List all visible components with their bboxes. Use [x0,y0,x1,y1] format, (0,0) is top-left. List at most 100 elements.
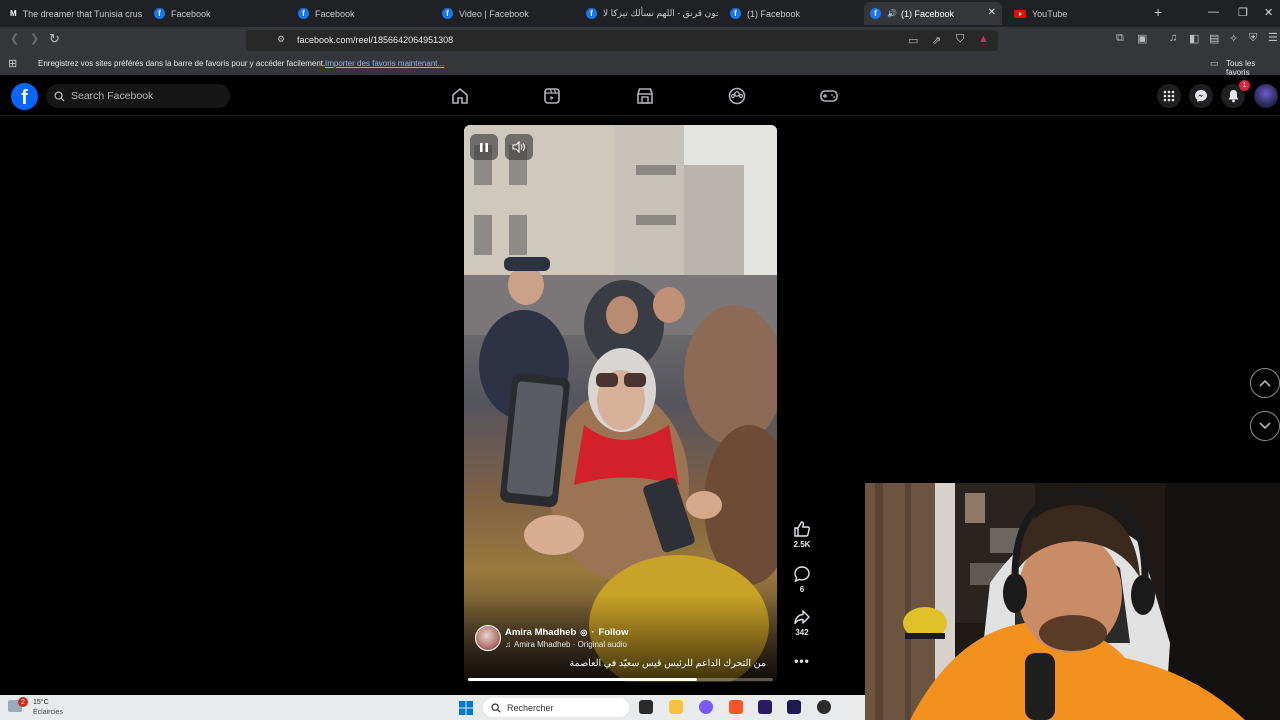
reload-icon[interactable]: ↻ [49,31,60,47]
facebook-favicon-icon: f [730,8,741,19]
follow-button[interactable]: Follow [598,627,628,638]
browser-toolbar: ❮ ❯ ↻ ⚙ facebook.com/reel/18566420649513… [0,27,1280,53]
messenger-button[interactable] [1189,84,1213,108]
author-name[interactable]: Amira Mhadheb [505,627,576,638]
search-placeholder: Search Facebook [71,90,154,102]
browser-tab[interactable]: YouTube [1008,2,1146,25]
pause-button[interactable] [470,134,498,160]
forward-icon[interactable]: ❯ [30,32,39,45]
close-window-icon[interactable]: ✕ [1264,6,1273,19]
chevron-up-icon [1259,379,1271,387]
author-avatar[interactable] [475,625,501,651]
cast-icon[interactable]: ▭ [908,34,918,47]
browser-tab[interactable]: f Facebook [292,2,430,25]
reel-video[interactable]: Amira Mhadheb ◎ · Follow ♫ Amira Mhadheb… [464,125,777,682]
facebook-favicon-icon: f [298,8,309,19]
comment-count: 6 [799,585,805,594]
all-bookmarks-link[interactable]: Tous les favoris [1226,59,1280,77]
url-text: facebook.com/reel/1856642064951308 [297,35,454,45]
media-icon[interactable]: ♫ [1169,32,1177,44]
premiere-pro-icon[interactable] [758,700,772,714]
bookmarks-bar: ⊞ Enregistrez vos sites préférés dans la… [0,53,1280,77]
brave-browser-icon[interactable] [729,700,743,714]
groups-icon[interactable] [727,86,747,106]
verified-icon: ◎ [580,628,588,637]
leo-icon[interactable]: ✧ [1229,32,1238,45]
obs-icon[interactable] [817,700,831,714]
browser-tab[interactable]: f Video | Facebook [436,2,574,25]
sidebar-icon[interactable]: ◧ [1189,32,1199,45]
facebook-header: f Search Facebook 1 [0,76,1280,116]
browser-tab[interactable]: f (1) Facebook [724,2,858,25]
facebook-favicon-icon: f [586,8,597,19]
discord-icon[interactable] [699,700,713,714]
taskbar-search[interactable]: Rechercher [483,698,629,717]
brave-shield-icon[interactable]: ⛉ [956,33,964,46]
site-settings-icon[interactable]: ⚙ [277,34,285,45]
folder-icon: ▭ [1210,58,1219,68]
webcam-overlay [865,483,1280,720]
video-frame-image [464,125,777,682]
taskbar-search-label: Rechercher [507,702,554,713]
facebook-favicon-icon: f [870,8,881,19]
windows-start-icon[interactable] [459,701,473,715]
progress-track[interactable] [468,678,773,681]
share-arrow-icon [794,610,810,625]
volume-icon [512,141,526,153]
profile-avatar[interactable] [1254,84,1278,108]
volume-button[interactable] [505,134,533,160]
menu-icon[interactable]: ☰ [1268,31,1278,44]
search-icon [54,90,65,102]
previous-reel-button[interactable] [1250,368,1280,398]
screenshot-icon[interactable]: ▣ [1137,32,1147,45]
share-icon[interactable]: ⇗ [932,34,941,47]
restore-icon[interactable]: ❐ [1238,6,1248,19]
weather-condition: Éclaircies [33,709,63,716]
music-note-icon: ♫ [505,640,511,649]
minimize-icon[interactable]: — [1208,6,1219,18]
facebook-logo[interactable]: f [11,83,38,110]
next-reel-button[interactable] [1250,411,1280,441]
task-view-icon[interactable] [639,700,653,714]
vpn-icon[interactable]: ⛨ [1249,32,1257,45]
share-button[interactable]: 342 [786,608,818,637]
like-icon [794,521,811,537]
new-tab-button[interactable]: + [1154,4,1162,20]
comment-button[interactable]: 6 [786,565,818,594]
home-icon[interactable] [450,86,470,106]
audio-line[interactable]: ♫ Amira Mhadheb · Original audio [505,640,627,649]
streamer-webcam-image [865,483,1280,720]
audio-label: Amira Mhadheb · Original audio [514,640,627,649]
apps-grid-icon[interactable]: ⊞ [8,57,17,70]
pause-icon [480,142,488,152]
browser-tab-strip: M The dreamer that Tunisia crush f Faceb… [0,0,1280,27]
close-tab-icon[interactable]: ✕ [988,7,996,18]
like-button[interactable]: 2.5K [786,520,818,549]
marketplace-icon[interactable] [635,86,655,106]
progress-fill [468,678,697,681]
search-input[interactable]: Search Facebook [46,84,230,108]
weather-badge: 2 [18,697,28,707]
reel-caption: من التحرك الداعم للرئيس قيس سعيّد في الع… [569,658,767,669]
extensions-icon[interactable]: ⧉ [1116,32,1124,45]
author-line: Amira Mhadheb ◎ · Follow [505,627,629,638]
browser-tab[interactable]: M The dreamer that Tunisia crush [4,2,142,25]
medium-favicon-icon: M [10,9,17,18]
video-icon[interactable] [542,86,562,106]
address-bar[interactable]: ⚙ facebook.com/reel/1856642064951308 ▭ ⇗… [246,30,998,51]
grid-icon [1163,90,1175,102]
browser-tab-active[interactable]: f 🔊 (1) Facebook ✕ [864,2,1002,25]
import-bookmarks-link[interactable]: Importer des favoris maintenant... [325,59,444,68]
browser-tab[interactable]: f جون قرنق - اللهم نسألك تيزكا لا [580,2,718,25]
more-options-icon[interactable]: ••• [786,654,818,668]
menu-grid-button[interactable] [1157,84,1181,108]
after-effects-icon[interactable] [787,700,801,714]
youtube-favicon-icon [1014,9,1026,18]
wallet-icon[interactable]: ▤ [1209,32,1219,45]
back-icon[interactable]: ❮ [10,32,19,45]
brave-rewards-icon[interactable]: ▲ [978,33,989,45]
bookmarks-prompt: Enregistrez vos sites préférés dans la b… [38,59,326,68]
gaming-icon[interactable] [819,86,839,106]
browser-tab[interactable]: f Facebook [148,2,286,25]
file-explorer-icon[interactable] [669,700,683,714]
